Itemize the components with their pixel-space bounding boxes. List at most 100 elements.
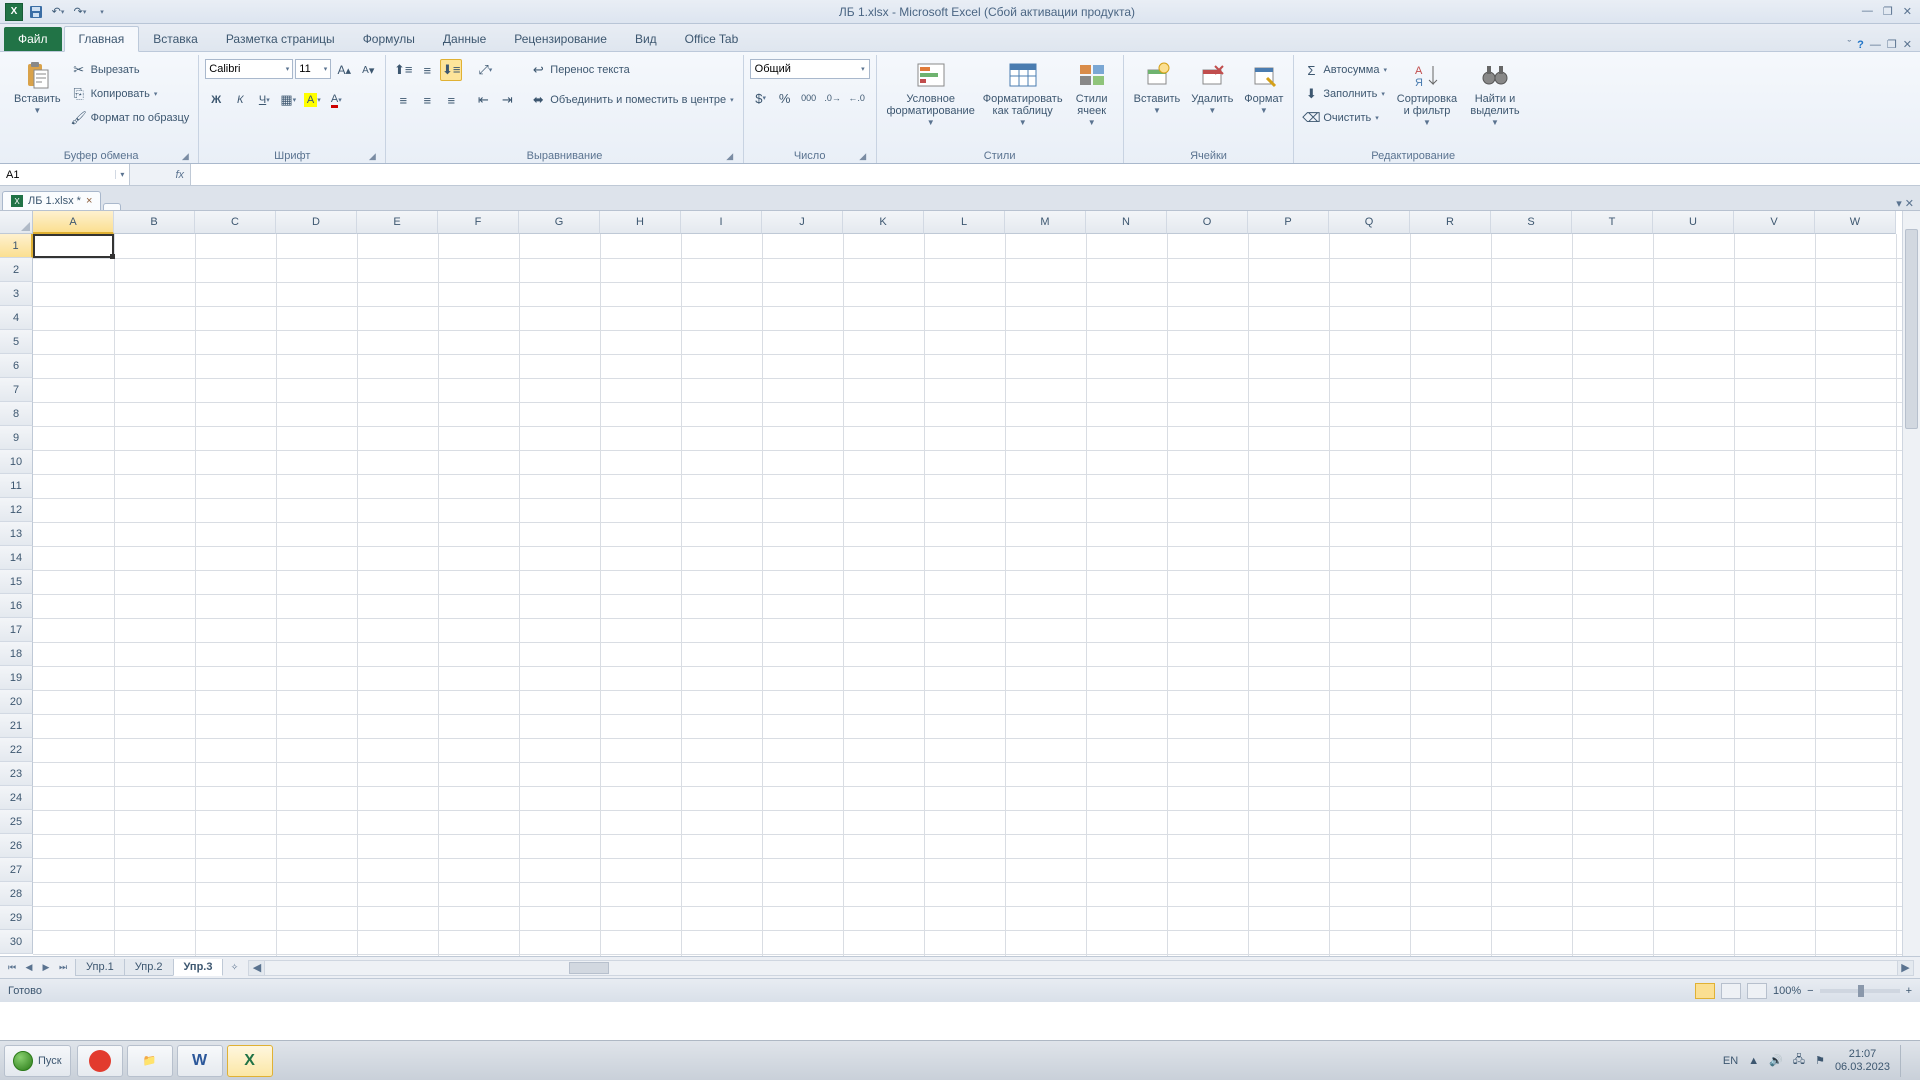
doc-restore-icon[interactable]: ❐ xyxy=(1887,38,1897,51)
close-icon[interactable]: × xyxy=(86,195,92,207)
row-header[interactable]: 1 xyxy=(0,234,33,258)
excel-icon[interactable]: X xyxy=(4,2,24,22)
row-header[interactable]: 19 xyxy=(0,666,33,690)
decrease-decimal-icon[interactable]: ←.0 xyxy=(846,87,868,109)
scroll-right-icon[interactable]: ▶ xyxy=(1897,961,1913,975)
formula-input[interactable] xyxy=(190,164,1920,185)
taskbar-word[interactable]: W xyxy=(177,1045,223,1077)
row-header[interactable]: 22 xyxy=(0,738,33,762)
doc-min-icon[interactable]: — xyxy=(1870,39,1881,51)
row-header[interactable]: 9 xyxy=(0,426,33,450)
underline-icon[interactable]: Ч▾ xyxy=(253,89,275,111)
column-header[interactable]: C xyxy=(195,211,276,234)
document-tab[interactable]: X ЛБ 1.xlsx * × xyxy=(2,191,101,210)
font-color-icon[interactable]: A▾ xyxy=(325,89,347,111)
dialog-launcher-icon[interactable]: ◢ xyxy=(180,151,190,161)
taskbar-excel[interactable]: X xyxy=(227,1045,273,1077)
row-header[interactable]: 28 xyxy=(0,882,33,906)
minimize-icon[interactable]: — xyxy=(1862,5,1873,18)
column-header[interactable]: S xyxy=(1491,211,1572,234)
align-middle-icon[interactable]: ≡ xyxy=(416,59,438,81)
percent-icon[interactable]: % xyxy=(774,87,796,109)
column-header[interactable]: V xyxy=(1734,211,1815,234)
format-as-table-button[interactable]: Форматировать как таблицу▼ xyxy=(982,57,1064,131)
column-header[interactable]: J xyxy=(762,211,843,234)
grow-font-icon[interactable]: A▴ xyxy=(333,59,355,81)
row-header[interactable]: 5 xyxy=(0,330,33,354)
row-header[interactable]: 3 xyxy=(0,282,33,306)
row-header[interactable]: 26 xyxy=(0,834,33,858)
show-desktop-button[interactable] xyxy=(1900,1045,1910,1077)
row-header[interactable]: 13 xyxy=(0,522,33,546)
cells-area[interactable] xyxy=(33,234,1920,956)
clock[interactable]: 21:07 06.03.2023 xyxy=(1835,1048,1890,1074)
italic-icon[interactable]: К xyxy=(229,89,251,111)
column-header[interactable]: U xyxy=(1653,211,1734,234)
fill-button[interactable]: ⬇Заполнить▾ xyxy=(1300,83,1390,105)
sort-filter-button[interactable]: АЯ Сортировка и фильтр▼ xyxy=(1393,57,1461,131)
tab-formulas[interactable]: Формулы xyxy=(349,27,429,51)
row-header[interactable]: 17 xyxy=(0,618,33,642)
page-break-view-icon[interactable] xyxy=(1747,983,1767,999)
first-sheet-icon[interactable]: ⏮ xyxy=(4,960,20,976)
format-cells-button[interactable]: Формат▼ xyxy=(1240,57,1287,119)
row-header[interactable]: 2 xyxy=(0,258,33,282)
align-left-icon[interactable]: ≡ xyxy=(392,89,414,111)
row-header[interactable]: 21 xyxy=(0,714,33,738)
zoom-level[interactable]: 100% xyxy=(1773,985,1801,997)
fx-icon[interactable]: fx xyxy=(130,164,190,185)
cut-button[interactable]: ✂Вырезать xyxy=(68,59,193,81)
column-header[interactable]: T xyxy=(1572,211,1653,234)
row-header[interactable]: 12 xyxy=(0,498,33,522)
language-indicator[interactable]: EN xyxy=(1723,1055,1738,1067)
row-header[interactable]: 11 xyxy=(0,474,33,498)
row-header[interactable]: 15 xyxy=(0,570,33,594)
wrap-text-button[interactable]: ↩Перенос текста xyxy=(527,59,736,81)
column-header[interactable]: K xyxy=(843,211,924,234)
tab-insert[interactable]: Вставка xyxy=(139,27,212,51)
column-header[interactable]: P xyxy=(1248,211,1329,234)
active-cell[interactable] xyxy=(33,234,114,258)
column-header[interactable]: G xyxy=(519,211,600,234)
volume-icon[interactable]: 🔊 xyxy=(1769,1054,1783,1067)
column-header[interactable]: W xyxy=(1815,211,1896,234)
column-header[interactable]: B xyxy=(114,211,195,234)
delete-cells-button[interactable]: Удалить▼ xyxy=(1187,57,1237,119)
action-center-icon[interactable]: ⚑ xyxy=(1815,1054,1825,1067)
row-header[interactable]: 10 xyxy=(0,450,33,474)
taskbar-explorer[interactable]: 📁 xyxy=(127,1045,173,1077)
row-header[interactable]: 30 xyxy=(0,930,33,954)
column-header[interactable]: R xyxy=(1410,211,1491,234)
sheet-tab[interactable]: Упр.2 xyxy=(124,959,174,976)
column-header[interactable]: A xyxy=(33,211,114,234)
zoom-slider[interactable] xyxy=(1820,989,1900,993)
indent-decrease-icon[interactable]: ⇤ xyxy=(472,89,494,111)
row-header[interactable]: 20 xyxy=(0,690,33,714)
currency-icon[interactable]: $▾ xyxy=(750,87,772,109)
shrink-font-icon[interactable]: A▾ xyxy=(357,59,379,81)
name-box-input[interactable] xyxy=(0,169,115,181)
tab-office-tab[interactable]: Office Tab xyxy=(671,27,753,51)
qat-customize-icon[interactable]: ▾ xyxy=(92,2,112,22)
column-header[interactable]: M xyxy=(1005,211,1086,234)
network-icon[interactable]: 🖧 xyxy=(1793,1051,1805,1070)
align-top-icon[interactable]: ⬆≡ xyxy=(392,59,414,81)
column-header[interactable]: I xyxy=(681,211,762,234)
border-icon[interactable]: ▦▾ xyxy=(277,89,299,111)
taskbar-opera[interactable] xyxy=(77,1045,123,1077)
row-header[interactable]: 16 xyxy=(0,594,33,618)
dialog-launcher-icon[interactable]: ◢ xyxy=(367,151,377,161)
minimize-ribbon-icon[interactable]: ˇ xyxy=(1848,39,1852,51)
zoom-out-icon[interactable]: − xyxy=(1807,985,1813,997)
column-header[interactable]: O xyxy=(1167,211,1248,234)
close-all-icon[interactable]: ✕ xyxy=(1905,197,1914,210)
undo-icon[interactable]: ↶▾ xyxy=(48,2,68,22)
row-header[interactable]: 25 xyxy=(0,810,33,834)
sheet-tab[interactable]: Упр.1 xyxy=(75,959,125,976)
column-header[interactable]: F xyxy=(438,211,519,234)
merge-center-button[interactable]: ⬌Объединить и поместить в центре▾ xyxy=(527,89,736,111)
dialog-launcher-icon[interactable]: ◢ xyxy=(725,151,735,161)
new-tab-button[interactable] xyxy=(103,203,121,210)
zoom-in-icon[interactable]: + xyxy=(1906,985,1912,997)
horizontal-scrollbar[interactable]: ◀ ▶ xyxy=(248,960,1914,976)
